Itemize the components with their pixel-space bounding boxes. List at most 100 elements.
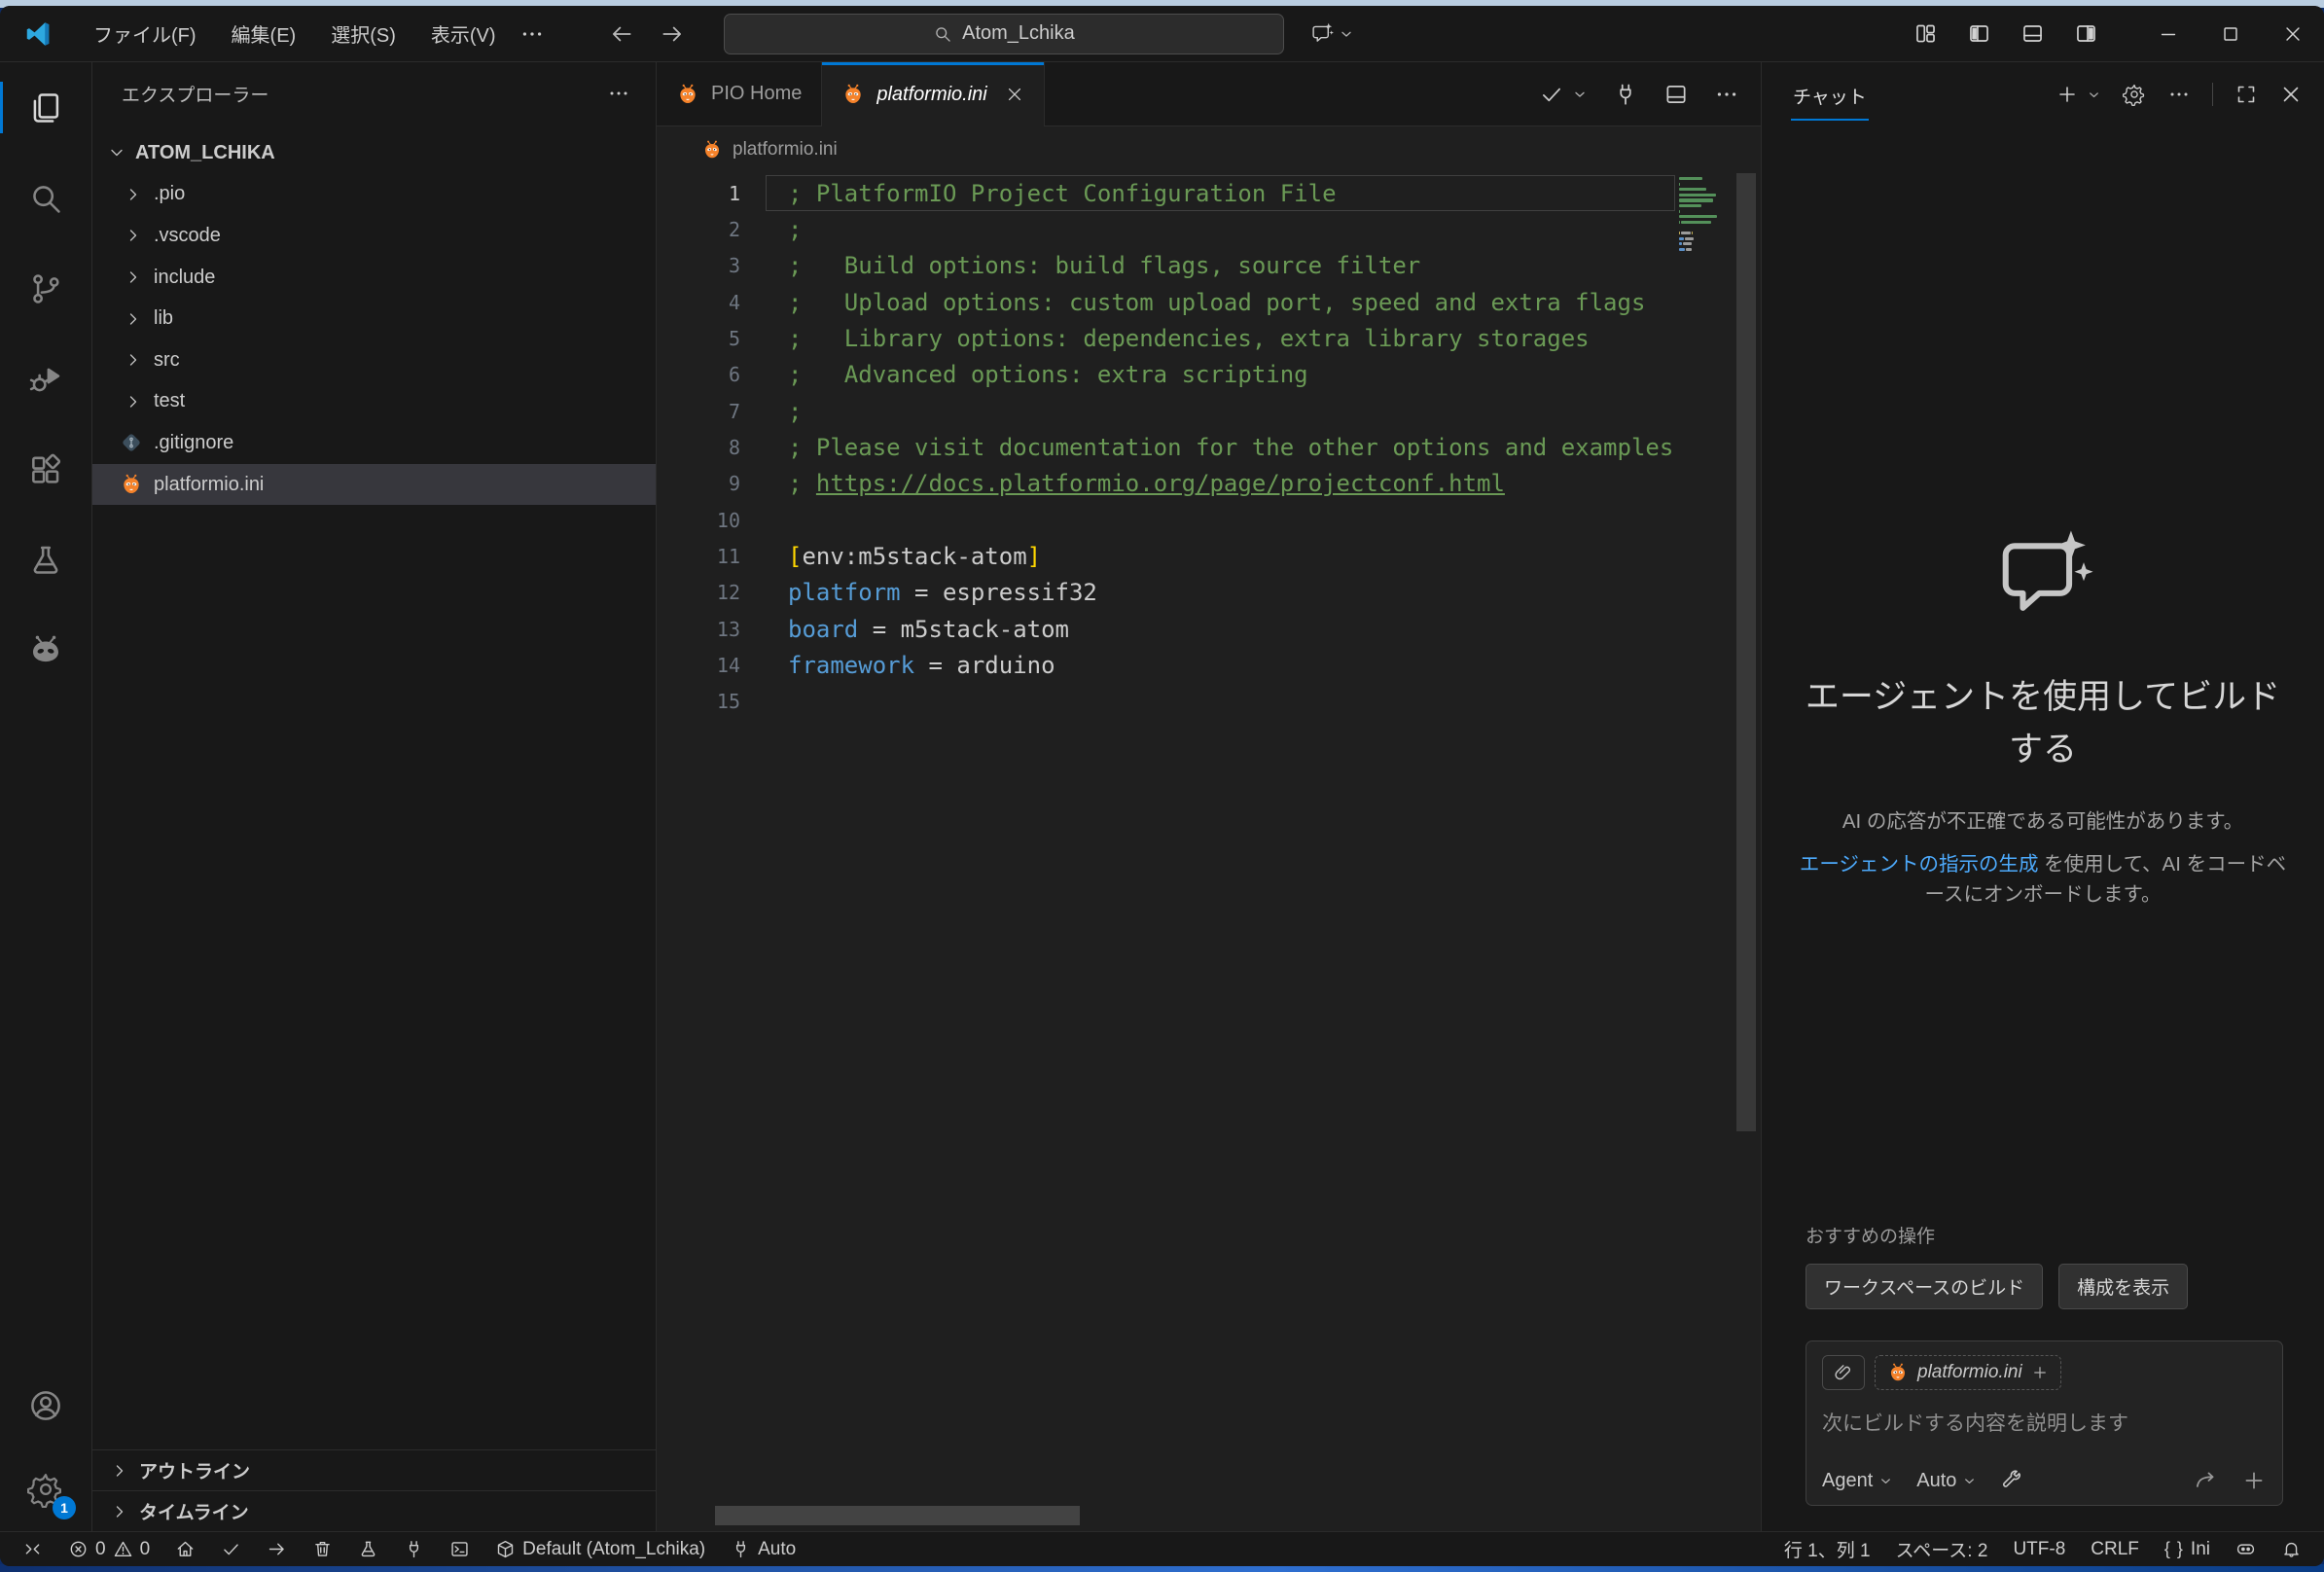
send-icon[interactable]: [2193, 1468, 2218, 1493]
code-line-4[interactable]: 4; Upload options: custom upload port, s…: [657, 284, 1675, 320]
code-line-5[interactable]: 5; Library options: dependencies, extra …: [657, 320, 1675, 356]
toggle-secondary-sidebar-icon[interactable]: [2074, 21, 2098, 46]
close-button[interactable]: [2262, 6, 2324, 62]
code-line-11[interactable]: 11[env:m5stack-atom]: [657, 538, 1675, 574]
activity-bar-settings[interactable]: 1: [0, 1447, 91, 1531]
tree-root-folder[interactable]: ATOM_LCHIKA: [92, 132, 656, 174]
pio-test-button[interactable]: [349, 1532, 387, 1566]
tree-folder-src[interactable]: src: [92, 339, 656, 381]
serial-monitor-icon[interactable]: [1613, 82, 1638, 107]
new-chat-icon[interactable]: [2056, 83, 2079, 106]
pio-home-button[interactable]: [166, 1532, 204, 1566]
indentation[interactable]: スペース: 2: [1887, 1532, 1997, 1566]
language-mode[interactable]: { }Ini: [2156, 1532, 2219, 1566]
customize-layout-icon[interactable]: [1913, 21, 1938, 46]
minimize-button[interactable]: [2137, 6, 2199, 62]
tools-icon[interactable]: [2000, 1469, 2023, 1492]
close-chat-icon[interactable]: [2279, 83, 2303, 106]
expand-chat-icon[interactable]: [2235, 83, 2258, 106]
activity-bar-extensions[interactable]: [0, 424, 91, 515]
show-config-button[interactable]: 構成を表示: [2058, 1264, 2188, 1309]
chat-settings-icon[interactable]: [2123, 83, 2146, 106]
chat-more-icon[interactable]: [2167, 83, 2191, 106]
config-doc-link[interactable]: https://docs.platformio.org/page/project…: [816, 470, 1505, 497]
tree-file--gitignore[interactable]: .gitignore: [92, 422, 656, 464]
code-line-13[interactable]: 13board = m5stack-atom: [657, 611, 1675, 647]
code-line-1[interactable]: 1; PlatformIO Project Configuration File: [657, 175, 1675, 211]
code-line-9[interactable]: 9; https://docs.platformio.org/page/proj…: [657, 466, 1675, 502]
model-dropdown[interactable]: Auto: [1916, 1470, 1977, 1492]
tab-pio-home[interactable]: PIO Home: [657, 62, 822, 125]
timeline-section[interactable]: タイムライン: [92, 1490, 656, 1531]
activity-bar-platformio[interactable]: [0, 605, 91, 696]
pio-port-selector[interactable]: Auto: [722, 1532, 804, 1566]
problems[interactable]: 00: [59, 1532, 159, 1566]
toggle-panel-icon[interactable]: [2020, 21, 2045, 46]
horizontal-scrollbar[interactable]: [715, 1506, 1080, 1525]
activity-bar-search[interactable]: [0, 153, 91, 243]
pio-upload-button[interactable]: [258, 1532, 296, 1566]
tree-folder-test[interactable]: test: [92, 381, 656, 423]
pio-env-selector[interactable]: Default (Atom_Lchika): [486, 1532, 714, 1566]
code-line-8[interactable]: 8; Please visit documentation for the ot…: [657, 429, 1675, 465]
code-editor[interactable]: 1; PlatformIO Project Configuration File…: [657, 173, 1761, 1531]
code-line-10[interactable]: 10: [657, 502, 1675, 538]
attach-context-button[interactable]: [1822, 1355, 1865, 1390]
eol[interactable]: CRLF: [2082, 1532, 2148, 1566]
encoding[interactable]: UTF-8: [2004, 1532, 2074, 1566]
copilot-menu-button[interactable]: [1309, 21, 1354, 47]
add-icon[interactable]: [2241, 1468, 2267, 1493]
code-line-6[interactable]: 6; Advanced options: extra scripting: [657, 357, 1675, 393]
pio-build-button[interactable]: [212, 1532, 250, 1566]
chat-tab[interactable]: チャット: [1791, 69, 1869, 121]
pio-build-task-icon[interactable]: [1539, 82, 1564, 107]
vertical-scrollbar[interactable]: [1732, 173, 1761, 1531]
command-center-search[interactable]: Atom_Lchika: [724, 14, 1285, 54]
menu-item-1[interactable]: 編集(E): [218, 14, 310, 54]
code-line-2[interactable]: 2;: [657, 211, 1675, 247]
minimap[interactable]: [1675, 173, 1732, 1531]
activity-bar-testing[interactable]: [0, 515, 91, 605]
activity-bar-source-control[interactable]: [0, 243, 91, 334]
tree-folder-pio[interactable]: .pio: [92, 174, 656, 216]
tree-folder-include[interactable]: include: [92, 257, 656, 299]
pio-serial-monitor-button[interactable]: [395, 1532, 433, 1566]
code-line-7[interactable]: 7;: [657, 393, 1675, 429]
code-line-14[interactable]: 14framework = arduino: [657, 647, 1675, 683]
split-editor-icon[interactable]: [1663, 82, 1689, 107]
tree-file-platformio-ini[interactable]: platformio.ini: [92, 464, 656, 506]
forward-arrow-icon[interactable]: [660, 21, 685, 47]
menu-item-2[interactable]: 選択(S): [317, 14, 410, 54]
notifications[interactable]: [2272, 1532, 2310, 1566]
chat-input-box[interactable]: platformio.ini 次にビルドする内容を説明します Agent Aut…: [1806, 1340, 2283, 1506]
code-line-15[interactable]: 15: [657, 684, 1675, 720]
pio-clean-button[interactable]: [304, 1532, 341, 1566]
tab-platformio-ini[interactable]: platformio.ini: [822, 62, 1044, 126]
copilot-status[interactable]: [2227, 1532, 2265, 1566]
build-workspace-button[interactable]: ワークスペースのビルド: [1806, 1264, 2043, 1309]
code-line-12[interactable]: 12platform = espressif32: [657, 575, 1675, 611]
activity-bar-explorer[interactable]: [0, 62, 91, 153]
menu-item-3[interactable]: 表示(V): [417, 14, 510, 54]
code-line-3[interactable]: 3; Build options: build flags, source fi…: [657, 248, 1675, 284]
toggle-primary-sidebar-icon[interactable]: [1967, 21, 1991, 46]
more-menus-icon[interactable]: [519, 21, 545, 47]
outline-section[interactable]: アウトライン: [92, 1449, 656, 1490]
current-file-chip[interactable]: platformio.ini: [1875, 1355, 2061, 1390]
maximize-button[interactable]: [2199, 6, 2262, 62]
generate-instructions-link[interactable]: エージェントの指示の生成: [1800, 853, 2039, 875]
back-arrow-icon[interactable]: [609, 21, 634, 47]
tree-folder-vscode[interactable]: .vscode: [92, 215, 656, 257]
activity-bar-accounts[interactable]: [0, 1364, 91, 1447]
pio-terminal-button[interactable]: [441, 1532, 479, 1566]
breadcrumb[interactable]: platformio.ini: [657, 126, 1761, 173]
more-actions-icon[interactable]: [1714, 82, 1739, 107]
menu-item-0[interactable]: ファイル(F): [80, 14, 210, 54]
agent-mode-dropdown[interactable]: Agent: [1822, 1470, 1893, 1492]
cursor-position[interactable]: 行 1、列 1: [1775, 1532, 1879, 1566]
remote-indicator[interactable]: [14, 1532, 52, 1566]
tree-folder-lib[interactable]: lib: [92, 298, 656, 339]
activity-bar-run-debug[interactable]: [0, 334, 91, 424]
explorer-more-actions-icon[interactable]: [607, 82, 630, 105]
close-tab-icon[interactable]: [1005, 85, 1024, 104]
